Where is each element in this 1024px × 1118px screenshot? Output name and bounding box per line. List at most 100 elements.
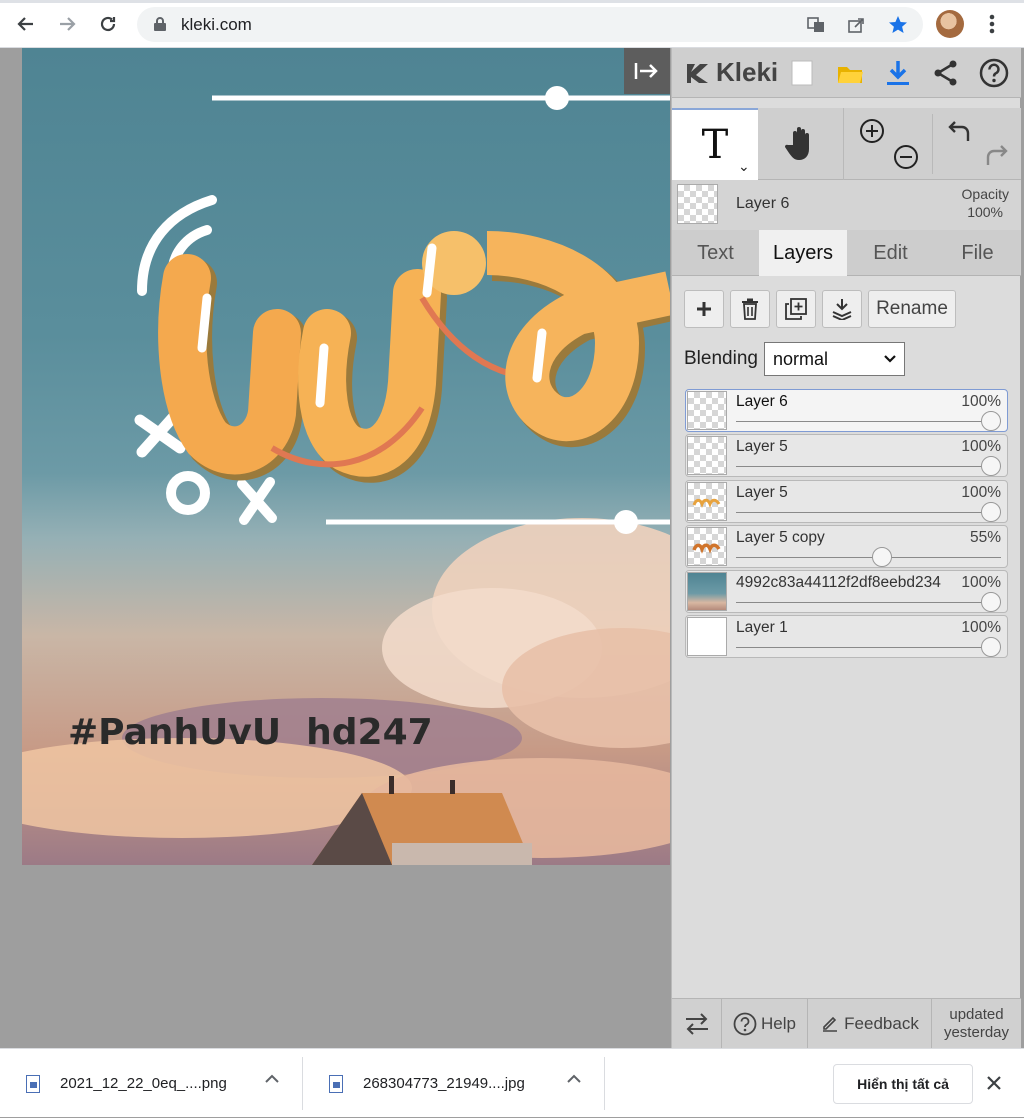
- collapse-panel-icon[interactable]: [624, 48, 670, 94]
- layer-opacity-slider[interactable]: [736, 466, 1001, 468]
- layer-opacity-knob[interactable]: [871, 546, 892, 567]
- swap-sides-icon[interactable]: [672, 999, 722, 1049]
- help-icon[interactable]: [978, 57, 1010, 89]
- feedback-button[interactable]: Feedback: [808, 999, 932, 1049]
- merge-down-button[interactable]: [822, 290, 862, 328]
- blending-value: normal: [772, 348, 828, 369]
- share-icon[interactable]: [845, 14, 867, 36]
- layer-thumbnail: [687, 436, 727, 476]
- rename-layer-button[interactable]: Rename: [868, 290, 956, 328]
- layer-name: 4992c83a44112f2df8eebd234: [736, 574, 941, 592]
- open-folder-icon[interactable]: [834, 57, 866, 89]
- kleki-logo-icon: [687, 63, 708, 83]
- layer-row[interactable]: Layer 5 100%: [685, 479, 1008, 523]
- layer-name: Layer 6: [736, 393, 788, 410]
- plus-icon: [697, 302, 711, 316]
- layer-opacity-slider[interactable]: [736, 647, 1001, 649]
- share-icon[interactable]: [930, 57, 962, 89]
- layer-row[interactable]: Layer 1 100%: [685, 615, 1008, 659]
- file-icon: [26, 1074, 40, 1093]
- layer-opacity-slider[interactable]: [736, 556, 1001, 558]
- close-icon[interactable]: [986, 1071, 1002, 1097]
- layer-row[interactable]: Layer 6 100%: [685, 389, 1008, 432]
- layer-opacity: 100%: [961, 574, 1001, 592]
- back-arrow-icon[interactable]: [10, 8, 42, 40]
- tab-file[interactable]: File: [934, 230, 1021, 276]
- url-text[interactable]: kleki.com: [181, 15, 252, 35]
- translate-icon[interactable]: [805, 14, 827, 36]
- zoom-out-icon[interactable]: [893, 144, 919, 175]
- artboard[interactable]: #PanhUvU hd247: [22, 48, 670, 865]
- download-icon[interactable]: [882, 57, 914, 89]
- text-tool-button[interactable]: T ⌄: [672, 108, 758, 180]
- download-item[interactable]: 2021_12_22_0eq_....png: [26, 1049, 227, 1118]
- layer-row[interactable]: Layer 5 copy 55%: [685, 524, 1008, 568]
- divider: [604, 1057, 605, 1110]
- reload-icon[interactable]: [92, 8, 124, 40]
- layer-row[interactable]: Layer 5 100%: [685, 434, 1008, 478]
- current-layer-thumbnail: [677, 184, 718, 224]
- current-layer-name: Layer 6: [736, 195, 790, 212]
- undo-icon[interactable]: [947, 120, 975, 151]
- feedback-icon: [823, 1016, 838, 1032]
- add-layer-button[interactable]: [684, 290, 724, 328]
- layer-opacity-slider[interactable]: [736, 602, 1001, 604]
- layer-name: Layer 1: [736, 619, 788, 637]
- forward-arrow-icon[interactable]: [51, 8, 83, 40]
- tab-layers[interactable]: Layers: [759, 230, 847, 276]
- layer-opacity-slider[interactable]: [736, 421, 1001, 422]
- layer-row[interactable]: 4992c83a44112f2df8eebd234 100%: [685, 570, 1008, 614]
- duplicate-icon: [785, 298, 807, 320]
- kebab-menu-icon[interactable]: [980, 8, 1004, 40]
- layer-opacity-knob[interactable]: [981, 637, 1001, 658]
- layer-opacity-knob[interactable]: [981, 411, 1001, 431]
- text-tool-icon: T: [701, 122, 729, 168]
- divider: [302, 1057, 303, 1110]
- layer-opacity-knob[interactable]: [981, 501, 1001, 522]
- star-icon[interactable]: [887, 14, 909, 36]
- help-button[interactable]: Help: [722, 999, 808, 1049]
- layer-opacity: 100%: [961, 393, 1001, 410]
- updated-note[interactable]: updated yesterday: [932, 999, 1021, 1049]
- show-all-downloads-button[interactable]: Hiển thị tất cả: [833, 1064, 973, 1104]
- browser-toolbar: kleki.com: [0, 0, 1024, 48]
- layer-opacity-knob[interactable]: [981, 592, 1001, 613]
- updated-line-1: updated: [949, 1006, 1004, 1023]
- layer-opacity-slider[interactable]: [736, 511, 1001, 513]
- layer-list: Layer 6 100% Layer 5 100% Layer 5 100% L…: [685, 389, 1008, 661]
- redo-icon[interactable]: [981, 144, 1009, 175]
- updated-line-2: yesterday: [943, 1024, 1010, 1041]
- feedback-label: Feedback: [844, 1014, 919, 1033]
- download-filename: 2021_12_22_0eq_....png: [60, 1075, 227, 1092]
- chevron-down-icon[interactable]: ⌄: [738, 158, 750, 175]
- tab-text[interactable]: Text: [672, 230, 759, 276]
- layer-name: Layer 5 copy: [736, 528, 825, 546]
- canvas-area[interactable]: #PanhUvU hd247: [0, 48, 671, 1048]
- tool-bar: T ⌄: [672, 108, 1021, 180]
- layer-thumbnail: [687, 617, 727, 657]
- chevron-up-icon[interactable]: [567, 1071, 581, 1089]
- blending-select[interactable]: normal: [763, 342, 905, 376]
- tab-edit[interactable]: Edit: [847, 230, 934, 276]
- layer-opacity-knob[interactable]: [981, 456, 1001, 477]
- chevron-up-icon[interactable]: [265, 1071, 279, 1089]
- download-filename: 268304773_21949....jpg: [363, 1075, 525, 1092]
- panel-footer: Help Feedback updated yesterday: [672, 998, 1021, 1049]
- duplicate-layer-button[interactable]: [776, 290, 816, 328]
- new-image-icon[interactable]: [786, 57, 818, 89]
- layer-opacity: 55%: [969, 528, 1001, 546]
- zoom-in-icon[interactable]: [859, 118, 885, 149]
- delete-layer-button[interactable]: [730, 290, 770, 328]
- avatar[interactable]: [936, 10, 964, 38]
- layer-name: Layer 5: [736, 483, 788, 501]
- layer-actions: Rename: [684, 290, 956, 330]
- kleki-logo[interactable]: Kleki: [684, 57, 778, 88]
- blending-label: Blending: [684, 348, 758, 369]
- opacity-label: Opacity: [961, 186, 1009, 202]
- download-item[interactable]: 268304773_21949....jpg: [329, 1049, 525, 1118]
- layer-opacity: 100%: [961, 438, 1001, 456]
- lock-icon[interactable]: [153, 16, 167, 37]
- hand-tool-button[interactable]: [758, 108, 844, 180]
- layer-name: Layer 5: [736, 438, 788, 456]
- address-bar[interactable]: kleki.com: [137, 7, 923, 42]
